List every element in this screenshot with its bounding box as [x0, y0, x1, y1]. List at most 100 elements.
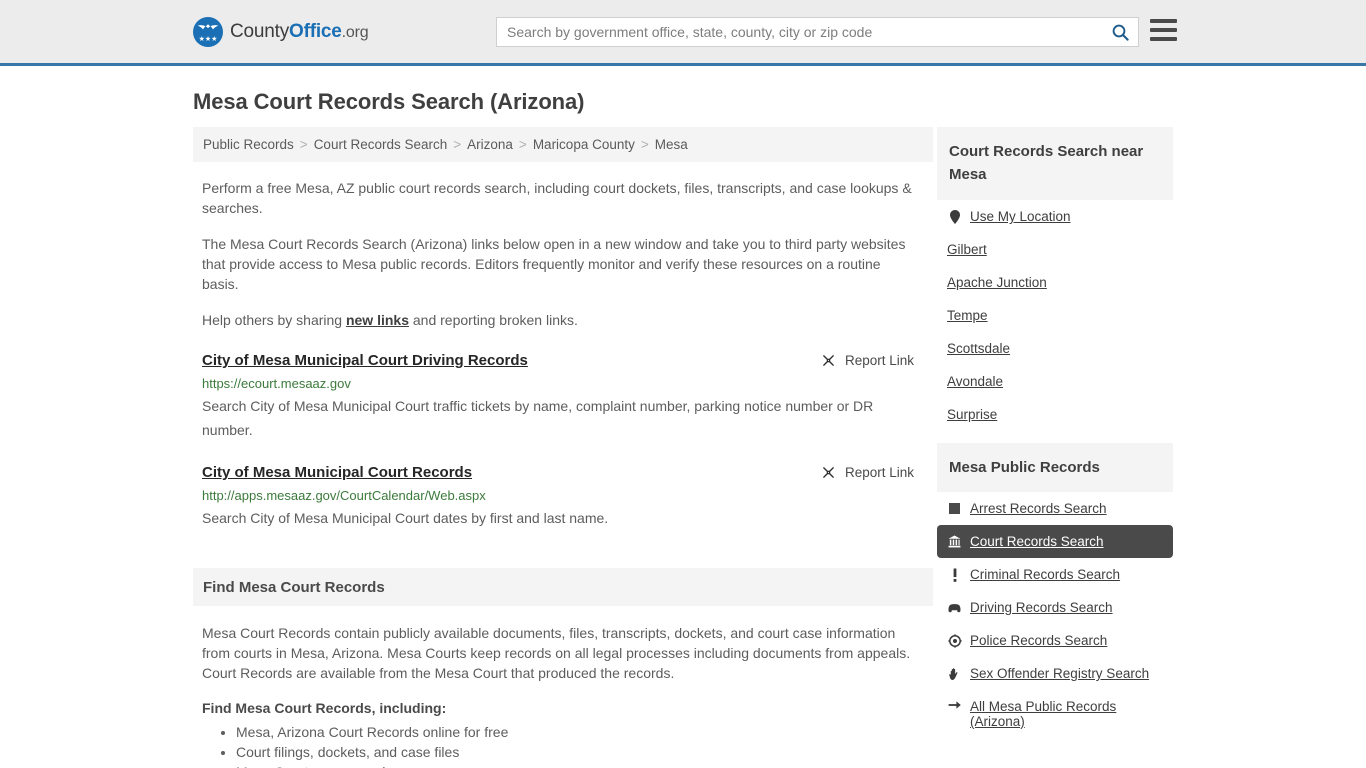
- hand-icon: [947, 667, 962, 681]
- police-badge-icon: [947, 633, 962, 648]
- logo-text-part1: County: [230, 20, 290, 42]
- intro-paragraph-2: The Mesa Court Records Search (Arizona) …: [202, 236, 906, 292]
- result-description: Search City of Mesa Municipal Court traf…: [202, 398, 874, 438]
- sidebar-record-link[interactable]: Police Records Search: [970, 633, 1107, 648]
- report-link-button[interactable]: Report Link: [821, 464, 914, 480]
- sidebar-nearby-link[interactable]: Tempe: [947, 308, 988, 323]
- sidebar-item-criminal-records-search[interactable]: Criminal Records Search: [937, 558, 1173, 591]
- breadcrumb-separator: >: [640, 137, 649, 152]
- sidebar-nearby-list: Use My Location Gilbert Apache Junction …: [937, 200, 1173, 431]
- sidebar-nearby-link[interactable]: Gilbert: [947, 242, 987, 257]
- sidebar-item-scottsdale[interactable]: Scottsdale: [937, 332, 1173, 365]
- breadcrumb-item-3[interactable]: Maricopa County: [533, 137, 635, 152]
- sidebar-record-link[interactable]: Court Records Search: [970, 534, 1104, 549]
- sidebar-record-link[interactable]: Criminal Records Search: [970, 567, 1120, 582]
- logo-text: CountyOffice.org: [230, 20, 369, 43]
- share-text-after: and reporting broken links.: [409, 312, 578, 328]
- search-input[interactable]: [497, 24, 1102, 40]
- new-links-link[interactable]: new links: [346, 312, 409, 328]
- result-description: Search City of Mesa Municipal Court date…: [202, 510, 609, 526]
- intro-paragraph-3: Help others by sharing new links and rep…: [202, 310, 918, 330]
- broken-link-icon: [823, 355, 834, 366]
- fingerprint-icon: [947, 503, 962, 514]
- sidebar-nearby-link[interactable]: Surprise: [947, 407, 997, 422]
- hamburger-bar-2: [1150, 28, 1177, 32]
- sidebar: Court Records Search near Mesa Use My Lo…: [937, 127, 1173, 738]
- sidebar-record-link[interactable]: Arrest Records Search: [970, 501, 1107, 516]
- car-icon: [947, 603, 962, 613]
- hamburger-menu-icon[interactable]: [1150, 19, 1177, 41]
- arrow-right-icon: [947, 699, 962, 711]
- eagle-wings-icon: [197, 23, 219, 29]
- sidebar-record-link[interactable]: Driving Records Search: [970, 600, 1113, 615]
- sidebar-nearby-heading: Court Records Search near Mesa: [937, 127, 1173, 200]
- list-item: Mesa Court case records: [236, 762, 933, 768]
- result-header: City of Mesa Municipal Court Records Rep…: [202, 464, 914, 481]
- find-records-heading: Find Mesa Court Records: [193, 568, 933, 606]
- sidebar-item-sex-offender-registry-search[interactable]: Sex Offender Registry Search: [937, 657, 1173, 690]
- sidebar-item-arrest-records-search[interactable]: Arrest Records Search: [937, 492, 1173, 525]
- page-title: Mesa Court Records Search (Arizona): [193, 89, 585, 114]
- breadcrumb-item-1[interactable]: Court Records Search: [314, 137, 448, 152]
- sidebar-item-surprise[interactable]: Surprise: [937, 398, 1173, 431]
- result-url: http://apps.mesaaz.gov/CourtCalendar/Web…: [202, 488, 486, 503]
- page-body: Mesa Court Records Search (Arizona) Publ…: [0, 89, 1366, 768]
- logo-text-part2: Office: [289, 20, 342, 42]
- search-box[interactable]: [496, 17, 1139, 47]
- sidebar-public-records-list: Arrest Records Search Court Records Sear…: [937, 492, 1173, 738]
- main-column: Public Records > Court Records Search > …: [193, 127, 933, 768]
- site-logo[interactable]: ★★★ CountyOffice.org: [193, 16, 369, 47]
- exclamation-icon: [947, 568, 962, 582]
- sidebar-nearby-link[interactable]: Avondale: [947, 374, 1003, 389]
- sidebar-item-police-records-search[interactable]: Police Records Search: [937, 624, 1173, 657]
- report-link-label: Report Link: [844, 353, 914, 368]
- search-button[interactable]: [1102, 18, 1138, 46]
- result-header: City of Mesa Municipal Court Driving Rec…: [202, 352, 914, 369]
- sidebar-nearby-link[interactable]: Scottsdale: [947, 341, 1010, 356]
- find-records-bullet-list: Mesa, Arizona Court Records online for f…: [202, 722, 933, 768]
- sidebar-item-avondale[interactable]: Avondale: [937, 365, 1173, 398]
- sidebar-nearby-link[interactable]: Apache Junction: [947, 275, 1047, 290]
- sidebar-item-driving-records-search[interactable]: Driving Records Search: [937, 591, 1173, 624]
- hamburger-bar-3: [1150, 37, 1177, 41]
- breadcrumb-separator: >: [518, 137, 527, 152]
- sidebar-item-tempe[interactable]: Tempe: [937, 299, 1173, 332]
- sidebar-record-link[interactable]: Sex Offender Registry Search: [970, 666, 1149, 681]
- share-text-before: Help others by sharing: [202, 312, 346, 328]
- find-records-body: Mesa Court Records contain publicly avai…: [202, 625, 911, 681]
- list-item: Mesa, Arizona Court Records online for f…: [236, 722, 933, 742]
- result-item: City of Mesa Municipal Court Driving Rec…: [202, 352, 914, 442]
- find-records-subheading: Find Mesa Court Records, including:: [202, 700, 447, 716]
- breadcrumb-item-4[interactable]: Mesa: [655, 137, 688, 152]
- report-link-label: Report Link: [844, 465, 914, 480]
- search-icon: [1112, 24, 1129, 41]
- list-item: Court filings, dockets, and case files: [236, 742, 933, 762]
- sidebar-nearby-link[interactable]: Use My Location: [970, 209, 1071, 224]
- result-url: https://ecourt.mesaaz.gov: [202, 376, 351, 391]
- sidebar-item-court-records-search[interactable]: Court Records Search: [937, 525, 1173, 558]
- courthouse-icon: [947, 535, 962, 548]
- sidebar-item-apache-junction[interactable]: Apache Junction: [937, 266, 1173, 299]
- report-link-button[interactable]: Report Link: [821, 352, 914, 368]
- hamburger-bar-1: [1150, 19, 1177, 23]
- result-item: City of Mesa Municipal Court Records Rep…: [202, 464, 914, 530]
- sidebar-item-use-my-location[interactable]: Use My Location: [937, 200, 1173, 233]
- breadcrumb-item-0[interactable]: Public Records: [203, 137, 294, 152]
- breadcrumb: Public Records > Court Records Search > …: [193, 127, 933, 162]
- site-header: ★★★ CountyOffice.org: [0, 0, 1366, 66]
- result-title-link[interactable]: City of Mesa Municipal Court Driving Rec…: [202, 352, 528, 369]
- sidebar-public-records-heading: Mesa Public Records: [937, 443, 1173, 492]
- breadcrumb-item-2[interactable]: Arizona: [467, 137, 513, 152]
- content-row: Public Records > Court Records Search > …: [0, 127, 1366, 768]
- logo-stars: ★★★: [198, 35, 218, 43]
- sidebar-item-gilbert[interactable]: Gilbert: [937, 233, 1173, 266]
- sidebar-record-link[interactable]: All Mesa Public Records (Arizona): [970, 699, 1163, 729]
- sidebar-item-all-mesa-public-records[interactable]: All Mesa Public Records (Arizona): [937, 690, 1173, 738]
- logo-text-part3: .org: [341, 23, 369, 41]
- eagle-seal-logo-icon: ★★★: [193, 16, 223, 47]
- broken-link-icon: [823, 467, 834, 478]
- breadcrumb-separator: >: [453, 137, 462, 152]
- result-title-link[interactable]: City of Mesa Municipal Court Records: [202, 464, 472, 481]
- map-pin-icon: [947, 209, 962, 224]
- breadcrumb-separator: >: [299, 137, 308, 152]
